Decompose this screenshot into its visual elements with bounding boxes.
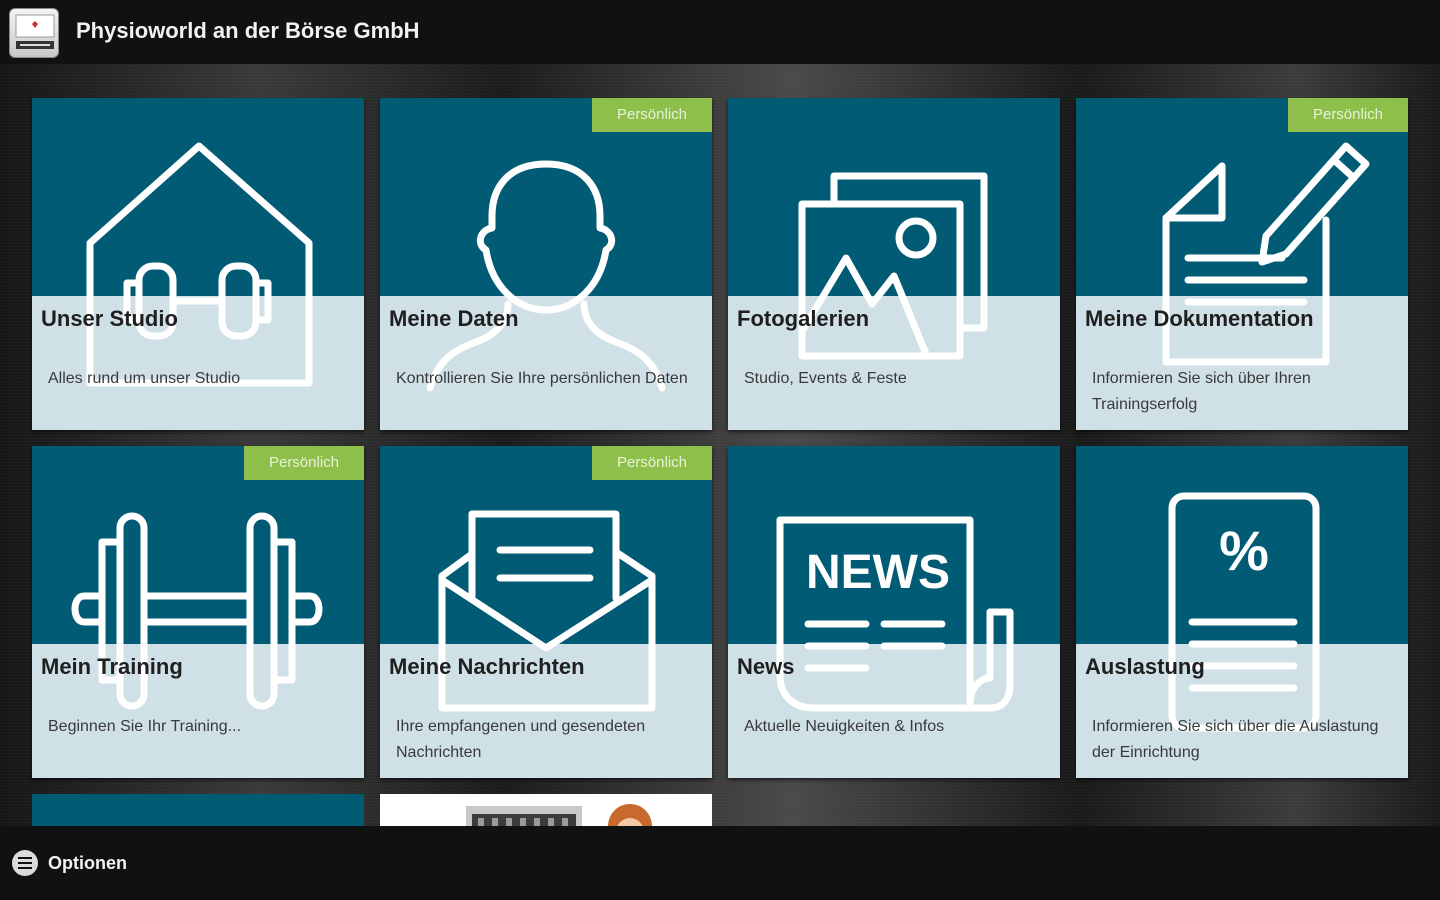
menu-icon[interactable] — [12, 850, 38, 876]
tile-title: Mein Training — [41, 654, 183, 679]
tile-description: Kontrollieren Sie Ihre persönlichen Date… — [396, 370, 688, 387]
tile-meine-dokumentation[interactable]: Persönlich Meine Dokumentation Informier… — [1076, 98, 1408, 430]
tile-partial-photo[interactable] — [380, 794, 712, 826]
tile-description: Studio, Events & Feste — [744, 370, 907, 387]
tile-unser-studio[interactable]: Unser Studio Alles rund um unser Studio — [32, 98, 364, 430]
tile-description: Informieren Sie sich über die Auslastung… — [1092, 718, 1379, 761]
tile-description: Ihre empfangenen und gesendeten Nachrich… — [396, 718, 646, 761]
options-button[interactable]: Optionen — [48, 853, 127, 874]
persoenlich-badge: Persönlich — [1288, 98, 1408, 132]
photo-thumbnail-icon — [466, 804, 652, 826]
persoenlich-badge: Persönlich — [592, 446, 712, 480]
tile-grid: Unser Studio Alles rund um unser Studio … — [0, 64, 1440, 826]
tile-news[interactable]: NEWS News Aktuelle Neuigkeiten & Infos — [728, 446, 1060, 778]
tile-mein-training[interactable]: Persönlich Mein Training Beginnen Sie Ih… — [32, 446, 364, 778]
persoenlich-badge: Persönlich — [244, 446, 364, 480]
app-logo-icon[interactable] — [9, 8, 59, 58]
persoenlich-badge: Persönlich — [592, 98, 712, 132]
tile-auslastung[interactable]: % Auslastung Informieren Sie sich über d… — [1076, 446, 1408, 778]
tile-description: Aktuelle Neuigkeiten & Infos — [744, 718, 945, 735]
tile-meine-daten[interactable]: Persönlich Meine Daten Kontrollieren Sie… — [380, 98, 712, 430]
tile-partial-left[interactable] — [32, 794, 364, 826]
tile-title: News — [737, 654, 795, 679]
percent-icon-text: % — [1219, 519, 1269, 582]
tile-title: Auslastung — [1085, 654, 1205, 679]
tile-description: Alles rund um unser Studio — [48, 370, 241, 387]
tile-title: Unser Studio — [41, 306, 178, 331]
tile-description: Beginnen Sie Ihr Training... — [48, 718, 242, 735]
tile-meine-nachrichten[interactable]: Persönlich Meine Nachrichten Ihre empfan… — [380, 446, 712, 778]
app-header: Physioworld an der Börse GmbH — [0, 0, 1440, 64]
tile-title: Meine Nachrichten — [389, 654, 585, 679]
news-icon-text: NEWS — [806, 546, 950, 599]
tile-description: Informieren Sie sich über Ihren Training… — [1092, 370, 1311, 413]
tile-title: Meine Daten — [389, 306, 519, 331]
tile-title: Fotogalerien — [737, 306, 870, 331]
tile-fotogalerien[interactable]: Fotogalerien Studio, Events & Feste — [728, 98, 1060, 430]
tile-title: Meine Dokumentation — [1085, 306, 1314, 331]
app-title: Physioworld an der Börse GmbH — [76, 18, 420, 43]
bottom-bar: Optionen — [0, 826, 1440, 900]
